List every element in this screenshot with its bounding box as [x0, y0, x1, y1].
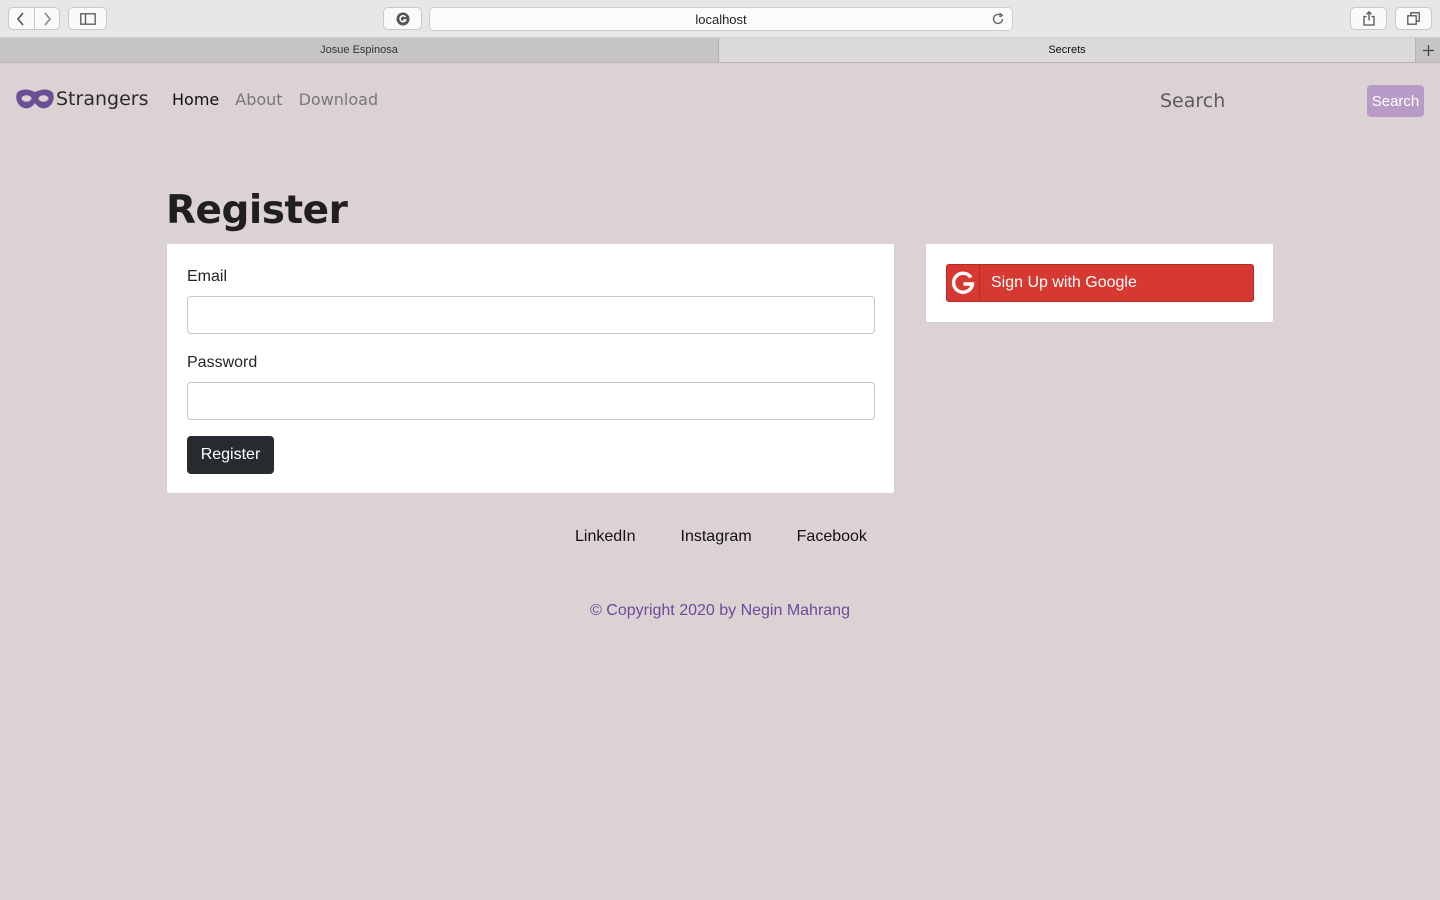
share-icon	[1362, 11, 1375, 26]
tabs-overview-icon	[1407, 12, 1420, 25]
back-button[interactable]	[9, 8, 34, 29]
password-field[interactable]	[187, 382, 875, 420]
password-label: Password	[187, 354, 258, 371]
brand[interactable]: Strangers	[15, 86, 148, 112]
sidebar-icon	[79, 12, 96, 25]
nav-link-download[interactable]: Download	[299, 90, 379, 109]
plus-icon	[1422, 44, 1434, 56]
register-button[interactable]: Register	[187, 436, 274, 474]
main-nav: Home About Download	[172, 90, 394, 109]
email-field[interactable]	[187, 296, 875, 334]
browser-toolbar: localhost	[0, 0, 1440, 38]
social-signup-card: Sign Up with Google	[925, 243, 1274, 323]
chevron-right-icon	[44, 11, 51, 26]
chevron-left-icon	[17, 11, 24, 26]
history-nav	[8, 7, 60, 30]
google-signup-button[interactable]: Sign Up with Google	[946, 264, 1254, 302]
email-label: Email	[187, 268, 228, 285]
tab-secrets[interactable]: Secrets	[719, 38, 1415, 62]
brand-name: Strangers	[56, 88, 149, 110]
google-icon-box	[947, 265, 980, 301]
sidebar-toggle-button[interactable]	[68, 7, 107, 30]
mask-logo-icon	[16, 89, 54, 109]
forward-button[interactable]	[33, 8, 60, 29]
new-tab-button[interactable]	[1415, 38, 1440, 62]
google-g-icon	[951, 271, 975, 294]
search-button[interactable]: Search	[1367, 85, 1424, 117]
footer-link-linkedin[interactable]: LinkedIn	[575, 528, 636, 546]
address-text: localhost	[695, 11, 747, 27]
footer-link-instagram[interactable]: Instagram	[681, 528, 752, 546]
search-input[interactable]	[1160, 86, 1360, 116]
copyright: © Copyright 2020 by Negin Mahrang	[590, 602, 850, 619]
nav-link-home[interactable]: Home	[172, 90, 219, 109]
nav-link-about[interactable]: About	[235, 90, 282, 109]
extension-button[interactable]	[383, 7, 422, 30]
tab-josue-espinosa[interactable]: Josue Espinosa	[0, 38, 719, 62]
footer-link-facebook[interactable]: Facebook	[797, 528, 867, 546]
share-button[interactable]	[1350, 7, 1387, 30]
grammarly-icon	[396, 12, 409, 25]
register-form: Email Password Register	[166, 243, 895, 494]
tab-bar: Josue Espinosa Secrets	[0, 38, 1440, 63]
google-signup-label: Sign Up with Google	[991, 274, 1137, 291]
page-title: Register	[166, 188, 348, 233]
reload-icon[interactable]	[991, 12, 1005, 26]
footer-social-links: LinkedIn Instagram Facebook	[575, 528, 867, 546]
tabs-overview-button[interactable]	[1395, 7, 1432, 30]
address-bar[interactable]: localhost	[429, 7, 1013, 31]
